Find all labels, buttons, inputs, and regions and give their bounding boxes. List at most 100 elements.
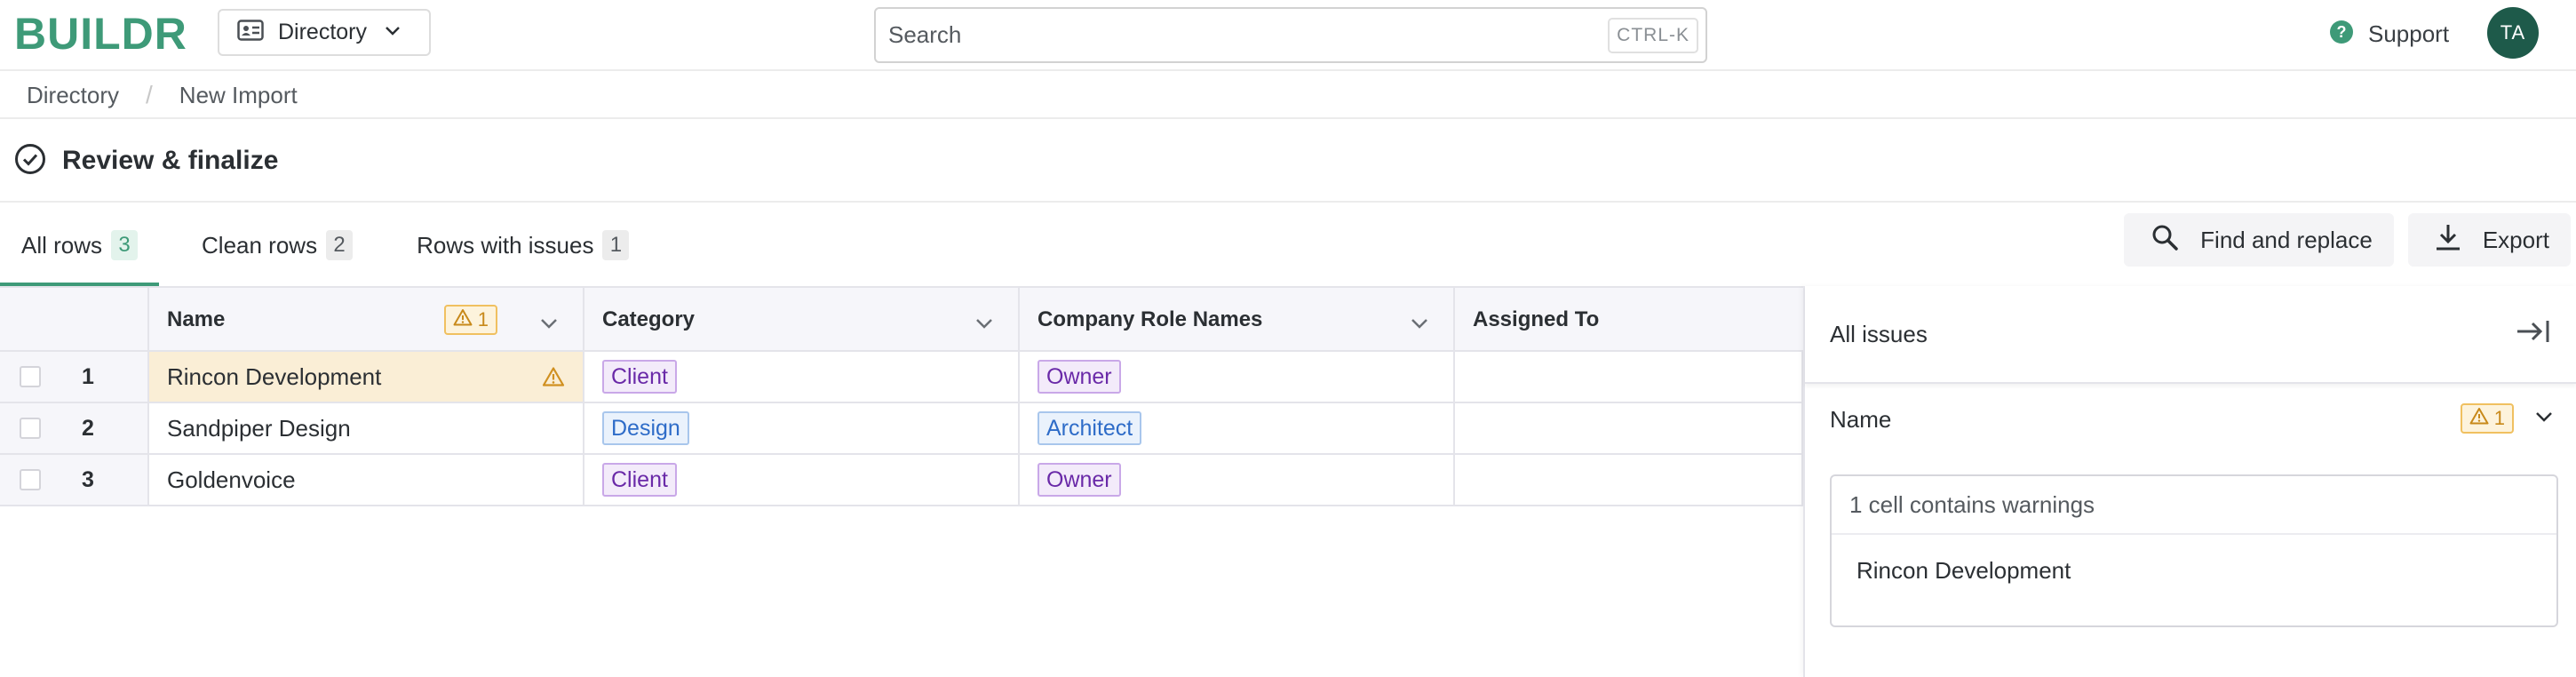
chevron-down-icon[interactable]	[975, 311, 993, 336]
category-tag: Design	[602, 411, 689, 445]
assigned-to-cell[interactable]	[1455, 403, 1803, 453]
role-tag: Owner	[1038, 463, 1121, 497]
tab-all-rows[interactable]: All rows 3	[0, 204, 160, 286]
tab-rows-with-issues[interactable]: Rows with issues 1	[395, 204, 650, 286]
warning-triangle-icon	[542, 366, 565, 394]
collapse-right-icon[interactable]	[2516, 318, 2551, 349]
search-input[interactable]	[888, 21, 1599, 49]
table-row[interactable]: 3 Goldenvoice Client Owner	[0, 455, 1803, 506]
help-circle-icon: ?	[2329, 20, 2354, 49]
user-avatar[interactable]: TA	[2487, 7, 2539, 59]
row-number: 2	[82, 415, 94, 441]
row-number: 1	[82, 363, 94, 389]
category-cell[interactable]: Client	[584, 352, 1020, 402]
chevron-down-icon[interactable]	[540, 311, 558, 336]
breadcrumb-separator: /	[146, 81, 153, 108]
tab-label: Clean rows	[202, 231, 318, 259]
row-checkbox[interactable]	[20, 418, 41, 439]
role-tag: Architect	[1038, 411, 1142, 445]
chevron-down-icon[interactable]	[2535, 410, 2553, 427]
name-value: Rincon Development	[167, 362, 382, 390]
top-header: BUILDR Directory CTRL-K ? Support TA	[0, 0, 2576, 71]
issues-panel-title: All issues	[1830, 320, 1928, 347]
column-warning-badge[interactable]: 1	[443, 305, 497, 335]
page-title-row: Review & finalize	[0, 121, 2576, 203]
page-title: Review & finalize	[62, 146, 279, 175]
issues-section-name[interactable]: Name 1	[1805, 384, 2576, 455]
section-warning-badge: 1	[2460, 403, 2514, 434]
issue-item[interactable]: Rincon Development	[1832, 535, 2556, 606]
row-checkbox[interactable]	[20, 469, 41, 490]
row-filter-tabs: All rows 3 Clean rows 2 Rows with issues…	[0, 204, 650, 286]
tab-label: Rows with issues	[417, 231, 594, 259]
category-tag: Client	[602, 463, 677, 497]
column-header-label: Assigned To	[1473, 307, 1600, 331]
name-cell[interactable]: Sandpiper Design	[149, 403, 584, 453]
column-header-label: Category	[602, 307, 696, 331]
name-value: Goldenvoice	[167, 466, 296, 493]
tab-count-badge: 3	[111, 230, 139, 260]
chevron-down-icon[interactable]	[1411, 311, 1428, 336]
column-header-label: Name	[167, 307, 226, 331]
row-number: 3	[82, 466, 94, 492]
name-cell[interactable]: Rincon Development	[149, 352, 584, 402]
svg-text:?: ?	[2337, 23, 2347, 41]
find-and-replace-button[interactable]: Find and replace	[2124, 213, 2394, 267]
role-cell[interactable]: Owner	[1020, 455, 1455, 505]
category-cell[interactable]: Design	[584, 403, 1020, 453]
support-link[interactable]: ? Support	[2329, 20, 2449, 49]
column-header-label: Company Role Names	[1038, 307, 1263, 331]
global-search[interactable]: CTRL-K	[874, 7, 1707, 63]
table-row[interactable]: 1 Rincon Development Client Owner	[0, 352, 1803, 403]
role-cell[interactable]: Owner	[1020, 352, 1455, 402]
role-cell[interactable]: Architect	[1020, 403, 1455, 453]
name-value: Sandpiper Design	[167, 414, 351, 442]
category-cell[interactable]: Client	[584, 455, 1020, 505]
breadcrumb-item-current: New Import	[179, 81, 298, 108]
role-tag: Owner	[1038, 360, 1121, 394]
assigned-to-cell[interactable]	[1455, 455, 1803, 505]
issues-panel-header: All issues	[1805, 286, 2576, 384]
chevron-down-icon	[385, 25, 401, 41]
table-row[interactable]: 2 Sandpiper Design Design Architect	[0, 403, 1803, 455]
table-actions: Find and replace Export	[2110, 213, 2571, 267]
contact-card-icon	[237, 20, 264, 45]
tab-count-badge: 1	[602, 230, 630, 260]
name-cell[interactable]: Goldenvoice	[149, 455, 584, 505]
app-logo[interactable]: BUILDR	[14, 9, 187, 59]
category-tag: Client	[602, 360, 677, 394]
search-icon	[2151, 223, 2179, 258]
warning-count: 1	[477, 308, 489, 331]
issues-section-title: Name	[1830, 405, 1892, 433]
column-header-category[interactable]: Category	[584, 288, 1020, 352]
row-index-cell: 2	[0, 403, 149, 453]
column-header-assigned-to[interactable]: Assigned To	[1455, 288, 1803, 352]
check-circle-icon	[14, 143, 46, 179]
table-header: Name 1 Category Company Role Names Assig…	[0, 286, 1803, 352]
warning-triangle-icon	[2469, 407, 2489, 430]
directory-label: Directory	[278, 20, 368, 44]
column-header-name[interactable]: Name 1	[149, 288, 584, 352]
tab-label: All rows	[21, 231, 103, 259]
export-label: Export	[2482, 226, 2549, 253]
support-label: Support	[2368, 20, 2450, 47]
tab-count-badge: 2	[326, 230, 354, 260]
issues-panel: All issues Name 1 1 cell contains warnin…	[1803, 286, 2576, 677]
warning-count: 1	[2493, 407, 2505, 429]
row-index-cell: 3	[0, 455, 149, 505]
assigned-to-cell[interactable]	[1455, 352, 1803, 402]
row-checkbox[interactable]	[20, 366, 41, 387]
export-button[interactable]: Export	[2407, 213, 2571, 267]
row-index-cell: 1	[0, 352, 149, 402]
download-icon	[2435, 223, 2461, 258]
import-table: Name 1 Category Company Role Names Assig…	[0, 286, 1803, 506]
row-index-header	[0, 288, 149, 352]
directory-selector[interactable]: Directory	[218, 9, 431, 56]
breadcrumb: Directory / New Import	[0, 73, 2576, 119]
issues-summary: 1 cell contains warnings	[1832, 476, 2556, 535]
search-shortcut-hint: CTRL-K	[1608, 18, 1698, 53]
find-and-replace-label: Find and replace	[2200, 226, 2373, 253]
tab-clean-rows[interactable]: Clean rows 2	[202, 204, 374, 286]
breadcrumb-item-directory[interactable]: Directory	[27, 82, 119, 109]
column-header-company-role-names[interactable]: Company Role Names	[1020, 288, 1455, 352]
